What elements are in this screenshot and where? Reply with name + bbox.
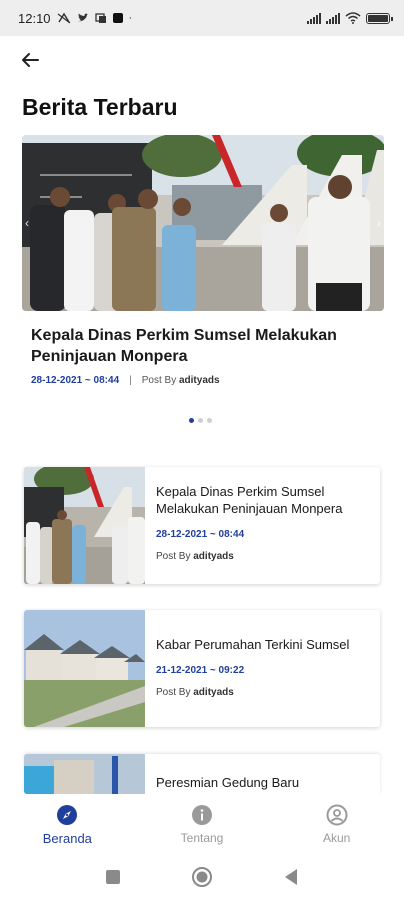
news-thumbnail [24, 467, 145, 584]
carousel-dots [189, 418, 212, 423]
nav-label: Beranda [42, 831, 92, 846]
news-date: 28-12-2021 ~ 08:44 [156, 529, 245, 540]
status-bar: 12:10 · [0, 0, 404, 36]
arrow-left-icon [22, 53, 39, 67]
author-name: adityads [193, 687, 234, 698]
carousel-date: 28-12-2021 ~ 08:44 [31, 375, 120, 386]
post-by-label: Post By [156, 551, 191, 562]
back-button[interactable] [14, 46, 46, 74]
compass-icon [57, 805, 78, 825]
signal-icon [307, 12, 321, 24]
home-circle-icon [192, 867, 212, 887]
nav-label: Tentang [180, 831, 224, 845]
carousel-photo [22, 135, 384, 311]
data-saver-icon [57, 12, 70, 24]
wifi-icon [345, 12, 361, 24]
recents-square-icon [106, 870, 120, 884]
status-left: 12:10 · [18, 11, 132, 26]
news-title[interactable]: Peresmian Gedung Baru [156, 774, 372, 791]
news-body: Kepala Dinas Perkim Sumsel Melakukan Pen… [145, 467, 380, 584]
status-time: 12:10 [18, 10, 51, 26]
post-by-label: Post By [156, 687, 191, 698]
home-button[interactable] [191, 866, 213, 888]
battery-fill [368, 14, 388, 22]
recents-button[interactable] [105, 869, 121, 885]
news-card[interactable]: Peresmian Gedung Baru [24, 754, 380, 794]
dot-icon: · [128, 12, 133, 24]
system-navigation-bar [0, 854, 404, 900]
signal-icon [326, 12, 340, 24]
battery-icon [366, 12, 393, 24]
carousel-dot[interactable] [207, 418, 212, 423]
twitter-icon [77, 13, 89, 22]
news-author: Post By adityads [156, 687, 372, 698]
news-body: Peresmian Gedung Baru [145, 754, 380, 794]
meta-separator: | [129, 375, 132, 386]
carousel-meta: 28-12-2021 ~ 08:44 | Post By adityads [31, 375, 220, 386]
news-body: Kabar Perumahan Terkini Sumsel 21-12-202… [145, 610, 380, 727]
nav-item-beranda[interactable]: Beranda [0, 794, 135, 854]
page-title: Berita Terbaru [22, 94, 178, 120]
post-by-label: Post By [141, 375, 177, 386]
carousel-dot[interactable] [198, 418, 203, 423]
app-icon [112, 13, 123, 23]
carousel-slide-image[interactable]: ‹ › [22, 135, 384, 311]
bottom-navigation: Beranda Tentang Akun [0, 794, 404, 854]
carousel-next-button[interactable]: › [374, 215, 384, 231]
carousel-title[interactable]: Kepala Dinas Perkim Sumsel Melakukan Pen… [31, 325, 371, 367]
author-name: adityads [193, 551, 234, 562]
nav-item-akun[interactable]: Akun [269, 794, 404, 854]
messenger-icon [94, 12, 106, 23]
news-title[interactable]: Kabar Perumahan Terkini Sumsel [156, 636, 372, 653]
status-right [307, 12, 393, 24]
system-back-button[interactable] [283, 868, 299, 886]
news-date: 21-12-2021 ~ 09:22 [156, 665, 245, 676]
carousel-prev-button[interactable]: ‹ [22, 215, 32, 231]
nav-label: Akun [323, 831, 351, 845]
news-card[interactable]: Kepala Dinas Perkim Sumsel Melakukan Pen… [24, 467, 380, 584]
info-icon [192, 805, 212, 825]
news-author: Post By adityads [156, 551, 372, 562]
carousel-dot[interactable] [189, 418, 194, 423]
news-card[interactable]: Kabar Perumahan Terkini Sumsel 21-12-202… [24, 610, 380, 727]
carousel-post-by: Post By adityads [142, 375, 220, 386]
carousel-author: adityads [178, 375, 220, 386]
nav-item-tentang[interactable]: Tentang [135, 794, 270, 854]
news-thumbnail [24, 610, 145, 727]
account-icon [326, 804, 348, 826]
news-thumbnail [24, 754, 145, 794]
news-title[interactable]: Kepala Dinas Perkim Sumsel Melakukan Pen… [156, 483, 372, 517]
back-triangle-icon [285, 869, 297, 885]
